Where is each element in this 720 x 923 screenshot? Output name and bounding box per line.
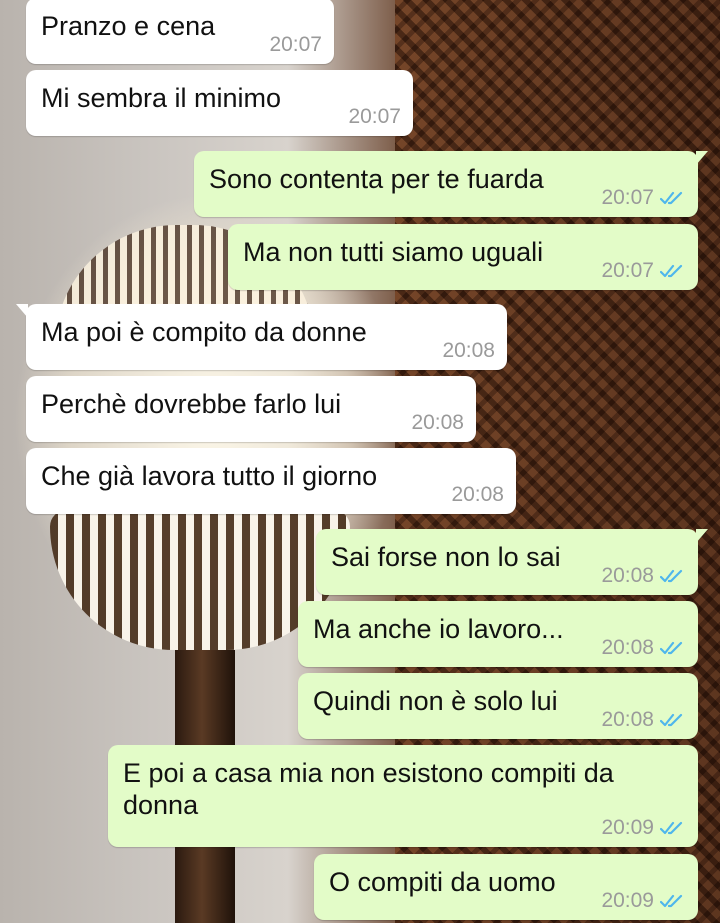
message-time: 20:08 <box>601 708 654 731</box>
message-meta: 20:08 <box>451 483 504 507</box>
incoming-message[interactable]: Pranzo e cena 20:07 <box>26 0 334 64</box>
outgoing-message[interactable]: Ma non tutti siamo uguali 20:07 <box>228 224 698 290</box>
message-time: 20:09 <box>601 889 654 912</box>
message-time: 20:08 <box>601 636 654 659</box>
outgoing-message[interactable]: E poi a casa mia non esistono compiti da… <box>108 745 698 847</box>
message-text: Mi sembra il minimo <box>41 83 282 113</box>
outgoing-message[interactable]: O compiti da uomo 20:09 <box>314 854 698 920</box>
message-text: Ma anche io lavoro... <box>313 614 564 644</box>
double-check-icon <box>660 264 683 278</box>
bubble-tail <box>696 529 708 543</box>
double-check-icon <box>660 641 683 655</box>
incoming-message[interactable]: Che già lavora tutto il giorno 20:08 <box>26 448 516 514</box>
message-time: 20:07 <box>601 186 654 209</box>
incoming-message[interactable]: Ma poi è compito da donne 20:08 <box>16 304 507 370</box>
double-check-icon <box>660 569 683 583</box>
message-text: Ma non tutti siamo uguali <box>243 237 544 267</box>
outgoing-message[interactable]: Quindi non è solo lui 20:08 <box>298 673 698 739</box>
message-text: Pranzo e cena <box>41 11 216 41</box>
double-check-icon <box>660 713 683 727</box>
message-time: 20:09 <box>601 816 654 839</box>
message-text: Sono contenta per te fuarda <box>209 164 544 194</box>
bubble-tail <box>16 304 28 318</box>
double-check-icon <box>660 821 683 835</box>
incoming-message[interactable]: Mi sembra il minimo 20:07 <box>26 70 413 136</box>
message-meta: 20:08 <box>411 411 464 435</box>
message-text: Quindi non è solo lui <box>313 686 558 716</box>
message-text: O compiti da uomo <box>329 867 556 897</box>
message-list[interactable]: Pranzo e cena 20:07 Mi sembra il minimo … <box>0 0 720 923</box>
message-time: 20:07 <box>601 259 654 282</box>
message-meta: 20:09 <box>601 889 686 913</box>
message-text: Ma poi è compito da donne <box>41 317 367 347</box>
message-time: 20:08 <box>411 411 464 434</box>
outgoing-message[interactable]: Sono contenta per te fuarda 20:07 <box>194 151 708 217</box>
bubble-tail <box>696 151 708 165</box>
message-text: Che già lavora tutto il giorno <box>41 461 378 491</box>
message-time: 20:08 <box>442 339 495 362</box>
message-text: Perchè dovrebbe farlo lui <box>41 389 342 419</box>
message-time: 20:07 <box>348 105 401 128</box>
message-time: 20:07 <box>269 33 322 56</box>
double-check-icon <box>660 894 683 908</box>
message-meta: 20:08 <box>601 564 686 588</box>
message-time: 20:08 <box>601 564 654 587</box>
message-meta: 20:09 <box>601 816 686 840</box>
double-check-icon <box>660 191 683 205</box>
message-meta: 20:07 <box>348 105 401 129</box>
message-meta: 20:08 <box>601 708 686 732</box>
message-meta: 20:08 <box>442 339 495 363</box>
incoming-message[interactable]: Perchè dovrebbe farlo lui 20:08 <box>26 376 476 442</box>
message-text: E poi a casa mia non esistono compiti da… <box>123 758 614 820</box>
outgoing-message[interactable]: Ma anche io lavoro... 20:08 <box>298 601 698 667</box>
message-meta: 20:08 <box>601 636 686 660</box>
message-meta: 20:07 <box>601 259 686 283</box>
message-time: 20:08 <box>451 483 504 506</box>
message-meta: 20:07 <box>269 33 322 57</box>
message-text: Sai forse non lo sai <box>331 542 561 572</box>
outgoing-message[interactable]: Sai forse non lo sai 20:08 <box>316 529 708 595</box>
message-meta: 20:07 <box>601 186 686 210</box>
